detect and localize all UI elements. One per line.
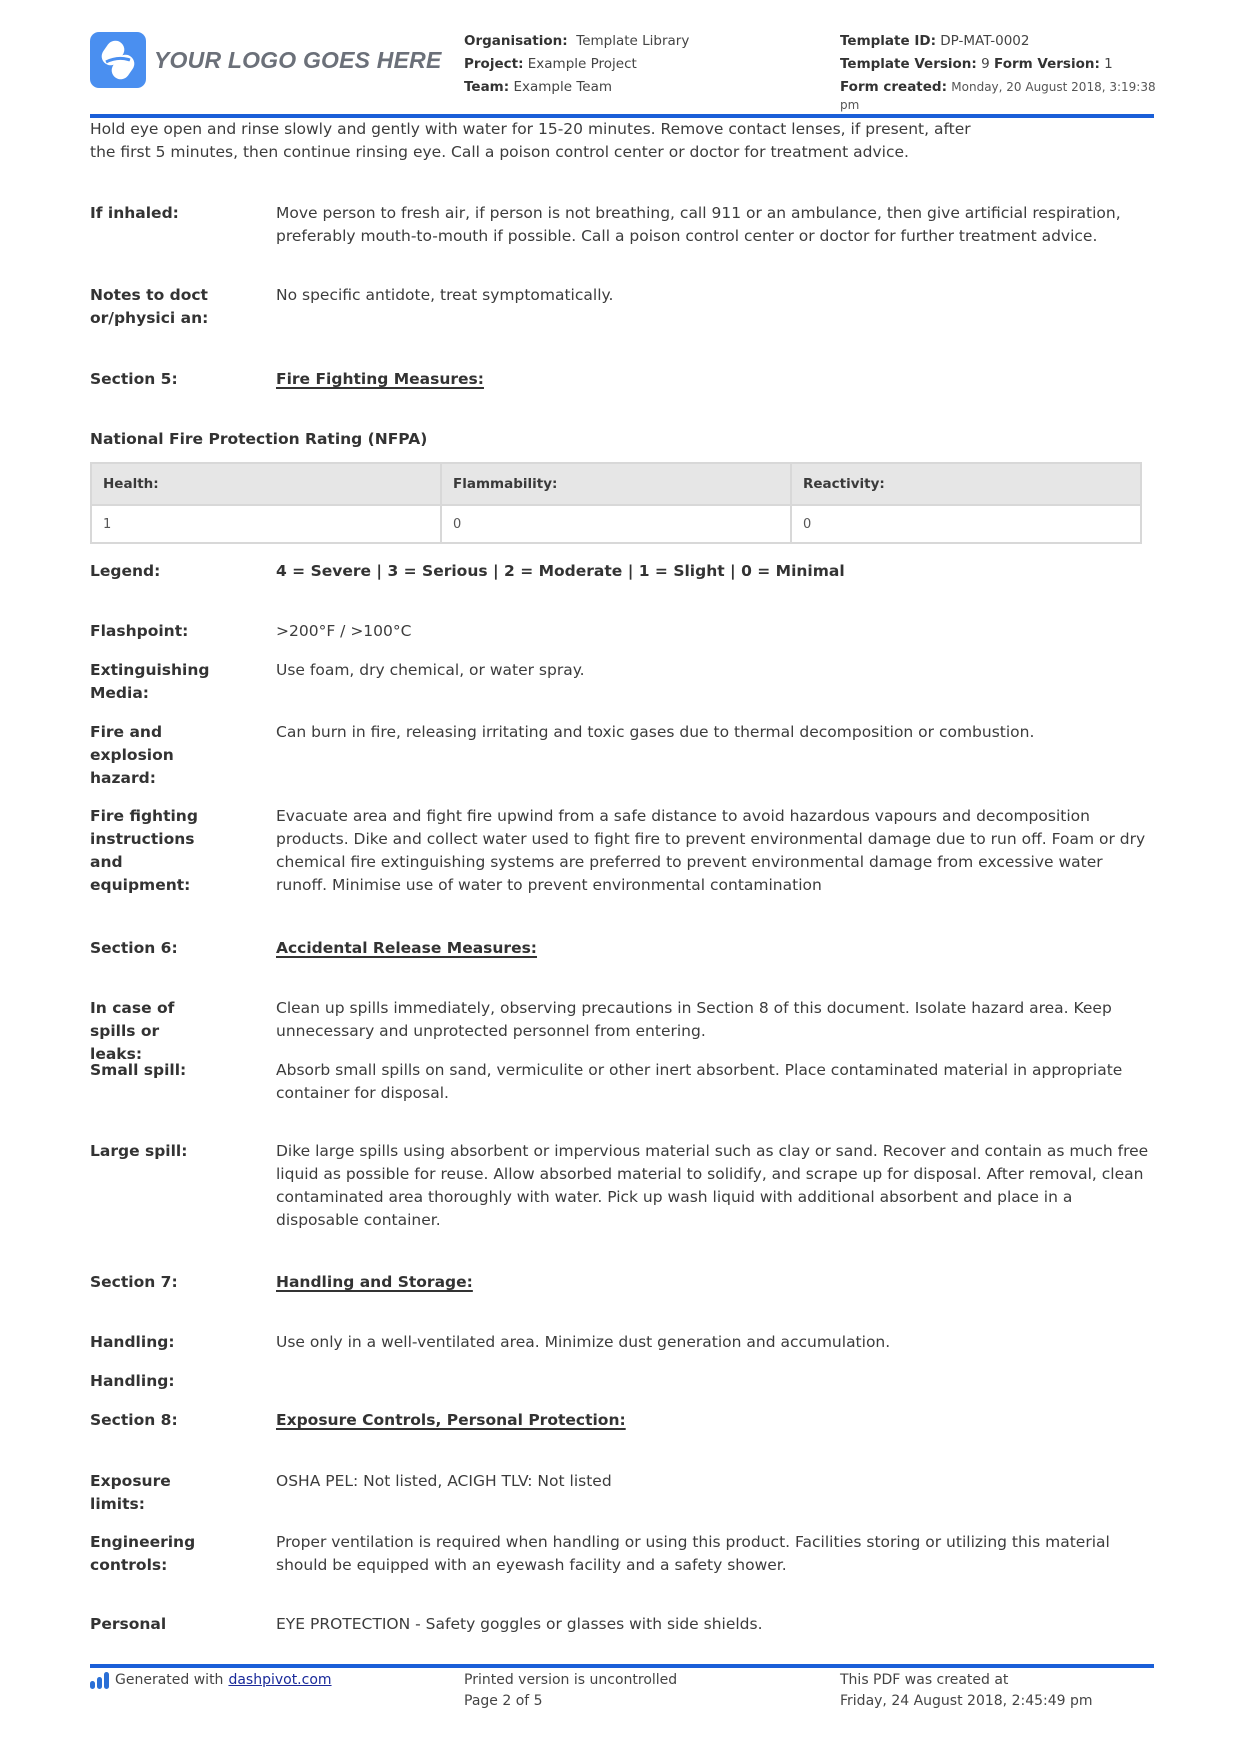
team-line: Team: Example Team [464, 76, 689, 99]
template-id-value: DP-MAT-0002 [940, 33, 1030, 49]
field-value: Move person to fresh air, if person is n… [276, 204, 1121, 245]
generated-text: Generated with [115, 1672, 224, 1688]
nfpa-header-row: Health: Flammability: Reactivity: [90, 462, 1142, 506]
field-label: Handling: [90, 1372, 175, 1390]
field-label: Large spill: [90, 1142, 188, 1160]
field-label: Extinguishing Media: [90, 661, 210, 702]
field-value: Proper ventilation is required when hand… [276, 1533, 1110, 1574]
nfpa-value-health: 1 [90, 504, 442, 544]
team-value: Example Team [513, 79, 612, 95]
page-header: YOUR LOGO GOES HERE Organisation: Templa… [90, 30, 1156, 116]
form-created-line: Form created: Monday, 20 August 2018, 3:… [840, 76, 1160, 99]
nfpa-header-reactivity: Reactivity: [790, 462, 1142, 506]
company-logo: YOUR LOGO GOES HERE [90, 32, 442, 88]
field-label: Exposure limits: [90, 1472, 171, 1513]
organisation-value: Template Library [576, 33, 690, 49]
field-label: Small spill: [90, 1061, 187, 1079]
section-label: Section 6: [90, 939, 178, 957]
field-label: Handling: [90, 1333, 175, 1351]
legend-value: 4 = Severe | 3 = Serious | 2 = Moderate … [276, 562, 845, 580]
header-meta-right: Template ID: DP-MAT-0002 Template Versio… [840, 30, 1160, 112]
field-value: Absorb small spills on sand, vermiculite… [276, 1061, 1123, 1102]
form-version-value: 1 [1104, 56, 1113, 72]
eye-contact-paragraph: Hold eye open and rinse slowly and gentl… [90, 118, 971, 164]
field-label: If inhaled: [90, 204, 179, 222]
section-title: Fire Fighting Measures: [276, 370, 484, 388]
section-title: Exposure Controls, Personal Protection: [276, 1411, 626, 1429]
field-label: Fire and explosion hazard: [90, 723, 174, 787]
form-created-value: Monday, 20 August 2018, 3:19:38 [951, 80, 1156, 94]
nfpa-heading: National Fire Protection Rating (NFPA) [90, 430, 428, 448]
paragraph-line: the first 5 minutes, then continue rinsi… [90, 143, 909, 161]
form-created-suffix: pm [840, 98, 860, 112]
logo-icon [90, 32, 146, 88]
field-label: Fire fighting instructions and equipment… [90, 807, 198, 894]
field-value: Can burn in fire, releasing irritating a… [276, 723, 1035, 741]
field-value: EYE PROTECTION - Safety goggles or glass… [276, 1615, 763, 1633]
field-value: Use only in a well-ventilated area. Mini… [276, 1333, 891, 1351]
template-version-label: Template Version: [840, 56, 977, 72]
project-value: Example Project [527, 56, 637, 72]
field-label: Engineering controls: [90, 1533, 196, 1574]
field-label: In case of spills or leaks: [90, 999, 175, 1063]
nfpa-value-flammability: 0 [440, 504, 792, 544]
nfpa-header-flammability: Flammability: [440, 462, 792, 506]
field-value: Use foam, dry chemical, or water spray. [276, 661, 585, 679]
generated-with: Generated with dashpivot.com [90, 1670, 332, 1691]
section-label: Section 5: [90, 370, 178, 388]
dashpivot-icon [90, 1672, 109, 1689]
paragraph-line: Hold eye open and rinse slowly and gentl… [90, 120, 971, 138]
section-title: Handling and Storage: [276, 1273, 473, 1291]
field-value: Evacuate area and fight fire upwind from… [276, 807, 1146, 894]
uncontrolled-text: Printed version is uncontrolled [464, 1672, 678, 1688]
field-value: OSHA PEL: Not listed, ACIGH TLV: Not lis… [276, 1472, 612, 1490]
section-title: Accidental Release Measures: [276, 939, 538, 957]
field-value: No specific antidote, treat symptomatica… [276, 286, 614, 304]
footer-divider [90, 1664, 1154, 1668]
form-created-label: Form created: [840, 79, 947, 95]
logo-text: YOUR LOGO GOES HERE [154, 46, 442, 73]
field-label: Personal [90, 1615, 167, 1633]
legend-label: Legend: [90, 562, 161, 580]
form-version-label: Form Version: [994, 56, 1100, 72]
nfpa-value-row: 1 0 0 [90, 504, 1142, 544]
template-version-value: 9 [981, 56, 990, 72]
field-value: Clean up spills immediately, observing p… [276, 999, 1112, 1040]
dashpivot-link[interactable]: dashpivot.com [228, 1670, 331, 1691]
project-label: Project: [464, 56, 524, 72]
organisation-label: Organisation: [464, 33, 568, 49]
pdf-created-info: This PDF was created at Friday, 24 Augus… [840, 1670, 1093, 1712]
field-value: >200°F / >100°C [276, 622, 412, 640]
nfpa-header-health: Health: [90, 462, 442, 506]
field-label: Notes to doctor/physici an: [90, 286, 209, 327]
section-label: Section 8: [90, 1411, 178, 1429]
version-line: Template Version: 9 Form Version: 1 [840, 53, 1160, 76]
template-id-label: Template ID: [840, 33, 936, 49]
nfpa-value-reactivity: 0 [790, 504, 1142, 544]
project-line: Project: Example Project [464, 53, 689, 76]
pdf-created-label: This PDF was created at [840, 1672, 1009, 1688]
print-info: Printed version is uncontrolled Page 2 o… [464, 1670, 677, 1712]
section-label: Section 7: [90, 1273, 178, 1291]
header-meta-middle: Organisation: Template Library Project: … [464, 30, 689, 99]
team-label: Team: [464, 79, 510, 95]
template-id-line: Template ID: DP-MAT-0002 [840, 30, 1160, 53]
organisation-line: Organisation: Template Library [464, 30, 689, 53]
pdf-created-value: Friday, 24 August 2018, 2:45:49 pm [840, 1693, 1093, 1709]
field-label: Flashpoint: [90, 622, 189, 640]
field-value: Dike large spills using absorbent or imp… [276, 1142, 1149, 1229]
page-number: Page 2 of 5 [464, 1693, 543, 1709]
nfpa-table: Health: Flammability: Reactivity: 1 0 0 [90, 462, 1142, 544]
